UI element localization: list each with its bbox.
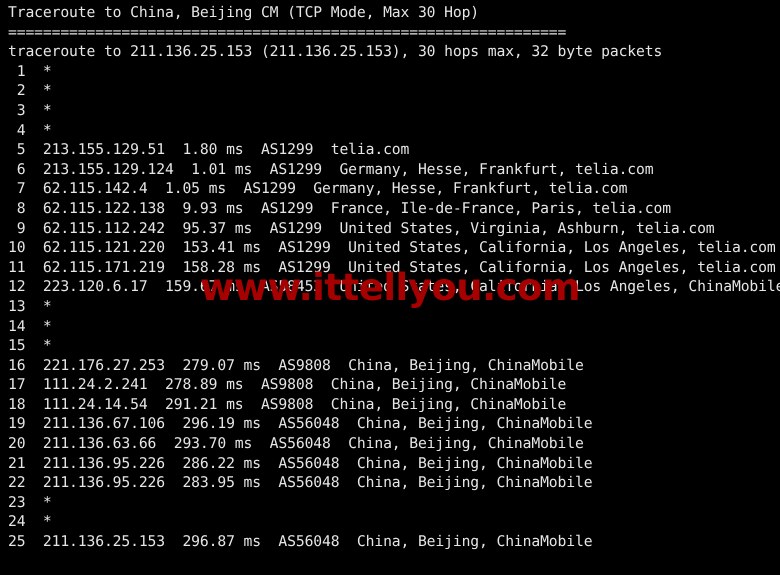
hop-line: 10 62.115.121.220 153.41 ms AS1299 Unite… — [8, 239, 776, 257]
hop-line: 21 211.136.95.226 286.22 ms AS56048 Chin… — [8, 454, 593, 472]
hop-line: 8 62.115.122.138 9.93 ms AS1299 France, … — [8, 199, 671, 217]
hop-line: 23 * — [8, 493, 52, 511]
terminal-window[interactable]: Traceroute to China, Beijing CM (TCP Mod… — [0, 0, 780, 575]
hop-line: 5 213.155.129.51 1.80 ms AS1299 telia.co… — [8, 141, 410, 159]
hop-line: 4 * — [8, 121, 52, 139]
hop-line: 24 * — [8, 513, 52, 531]
hop-line: 11 62.115.171.219 158.28 ms AS1299 Unite… — [8, 258, 776, 276]
traceroute-title-line: Traceroute to China, Beijing CM (TCP Mod… — [8, 4, 480, 21]
hop-line: 20 211.136.63.66 293.70 ms AS56048 China… — [8, 435, 584, 453]
hop-line: 19 211.136.67.106 296.19 ms AS56048 Chin… — [8, 415, 593, 433]
hop-line: 25 211.136.25.153 296.87 ms AS56048 Chin… — [8, 533, 593, 551]
hop-line: 6 213.155.129.124 1.01 ms AS1299 Germany… — [8, 160, 654, 178]
hop-line: 2 * — [8, 82, 52, 100]
hop-line: 17 111.24.2.241 278.89 ms AS9808 China, … — [8, 376, 567, 394]
hop-line: 16 221.176.27.253 279.07 ms AS9808 China… — [8, 356, 584, 374]
traceroute-command-line: traceroute to 211.136.25.153 (211.136.25… — [8, 43, 663, 61]
hop-line: 12 223.120.6.17 159.67 ms AS58453 United… — [8, 278, 780, 296]
hop-line: 13 * — [8, 297, 52, 315]
terminal-output: Traceroute to China, Beijing CM (TCP Mod… — [8, 3, 780, 552]
hop-line: 15 * — [8, 337, 52, 355]
hop-line: 1 * — [8, 62, 52, 80]
hop-line: 3 * — [8, 101, 52, 119]
hop-line: 7 62.115.142.4 1.05 ms AS1299 Germany, H… — [8, 180, 628, 198]
hop-line: 18 111.24.14.54 291.21 ms AS9808 China, … — [8, 395, 567, 413]
hop-line: 22 211.136.95.226 283.95 ms AS56048 Chin… — [8, 474, 593, 492]
hop-line: 9 62.115.112.242 95.37 ms AS1299 United … — [8, 219, 715, 237]
separator-line: ========================================… — [8, 23, 567, 41]
hop-line: 14 * — [8, 317, 52, 335]
